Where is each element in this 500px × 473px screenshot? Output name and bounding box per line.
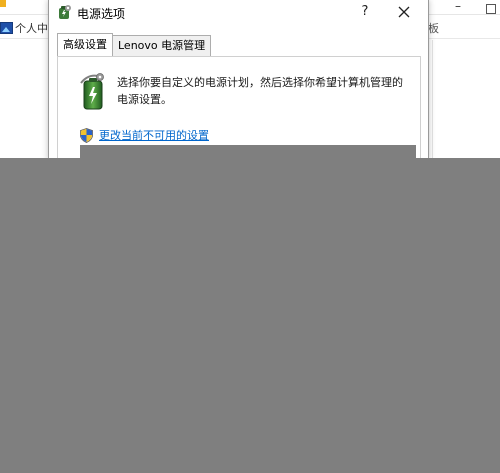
dialog-titlebar[interactable]: 电源选项 ? [49, 0, 428, 26]
change-unavailable-settings-label: 更改当前不可用的设置 [99, 129, 209, 142]
dialog-title: 电源选项 [77, 7, 126, 21]
background-minimize-button[interactable]: – [455, 0, 461, 12]
uac-shield-icon [80, 127, 93, 143]
background-maximize-button[interactable] [486, 4, 496, 14]
change-unavailable-settings-link[interactable]: 更改当前不可用的设置 [80, 127, 209, 143]
help-button[interactable]: ? [357, 3, 373, 21]
background-bookmark-label: 个人中 [15, 22, 48, 35]
tab-advanced-settings[interactable]: 高级设置 [57, 33, 113, 56]
intro-text: 选择你要自定义的电源计划，然后选择你希望计算机管理的电源设置。 [117, 76, 403, 106]
battery-plan-icon [80, 73, 104, 110]
close-icon[interactable] [395, 3, 413, 21]
background-separator [432, 40, 433, 158]
dialog-tabstrip: 高级设置 Lenovo 电源管理 [57, 33, 212, 56]
background-bookmark-item[interactable]: 个人中 [0, 20, 48, 36]
background-right-text: 板 [428, 22, 439, 35]
power-options-dialog: 电源选项 ? 高级设置 Lenovo 电源管理 选择你要自定义的电源计划，然后选… [48, 0, 429, 160]
tab-lenovo-power-management[interactable]: Lenovo 电源管理 [112, 35, 212, 56]
grey-overlay [0, 158, 500, 473]
image-bookmark-icon [0, 22, 13, 34]
power-options-icon [59, 5, 71, 19]
background-app-icon [0, 0, 6, 7]
